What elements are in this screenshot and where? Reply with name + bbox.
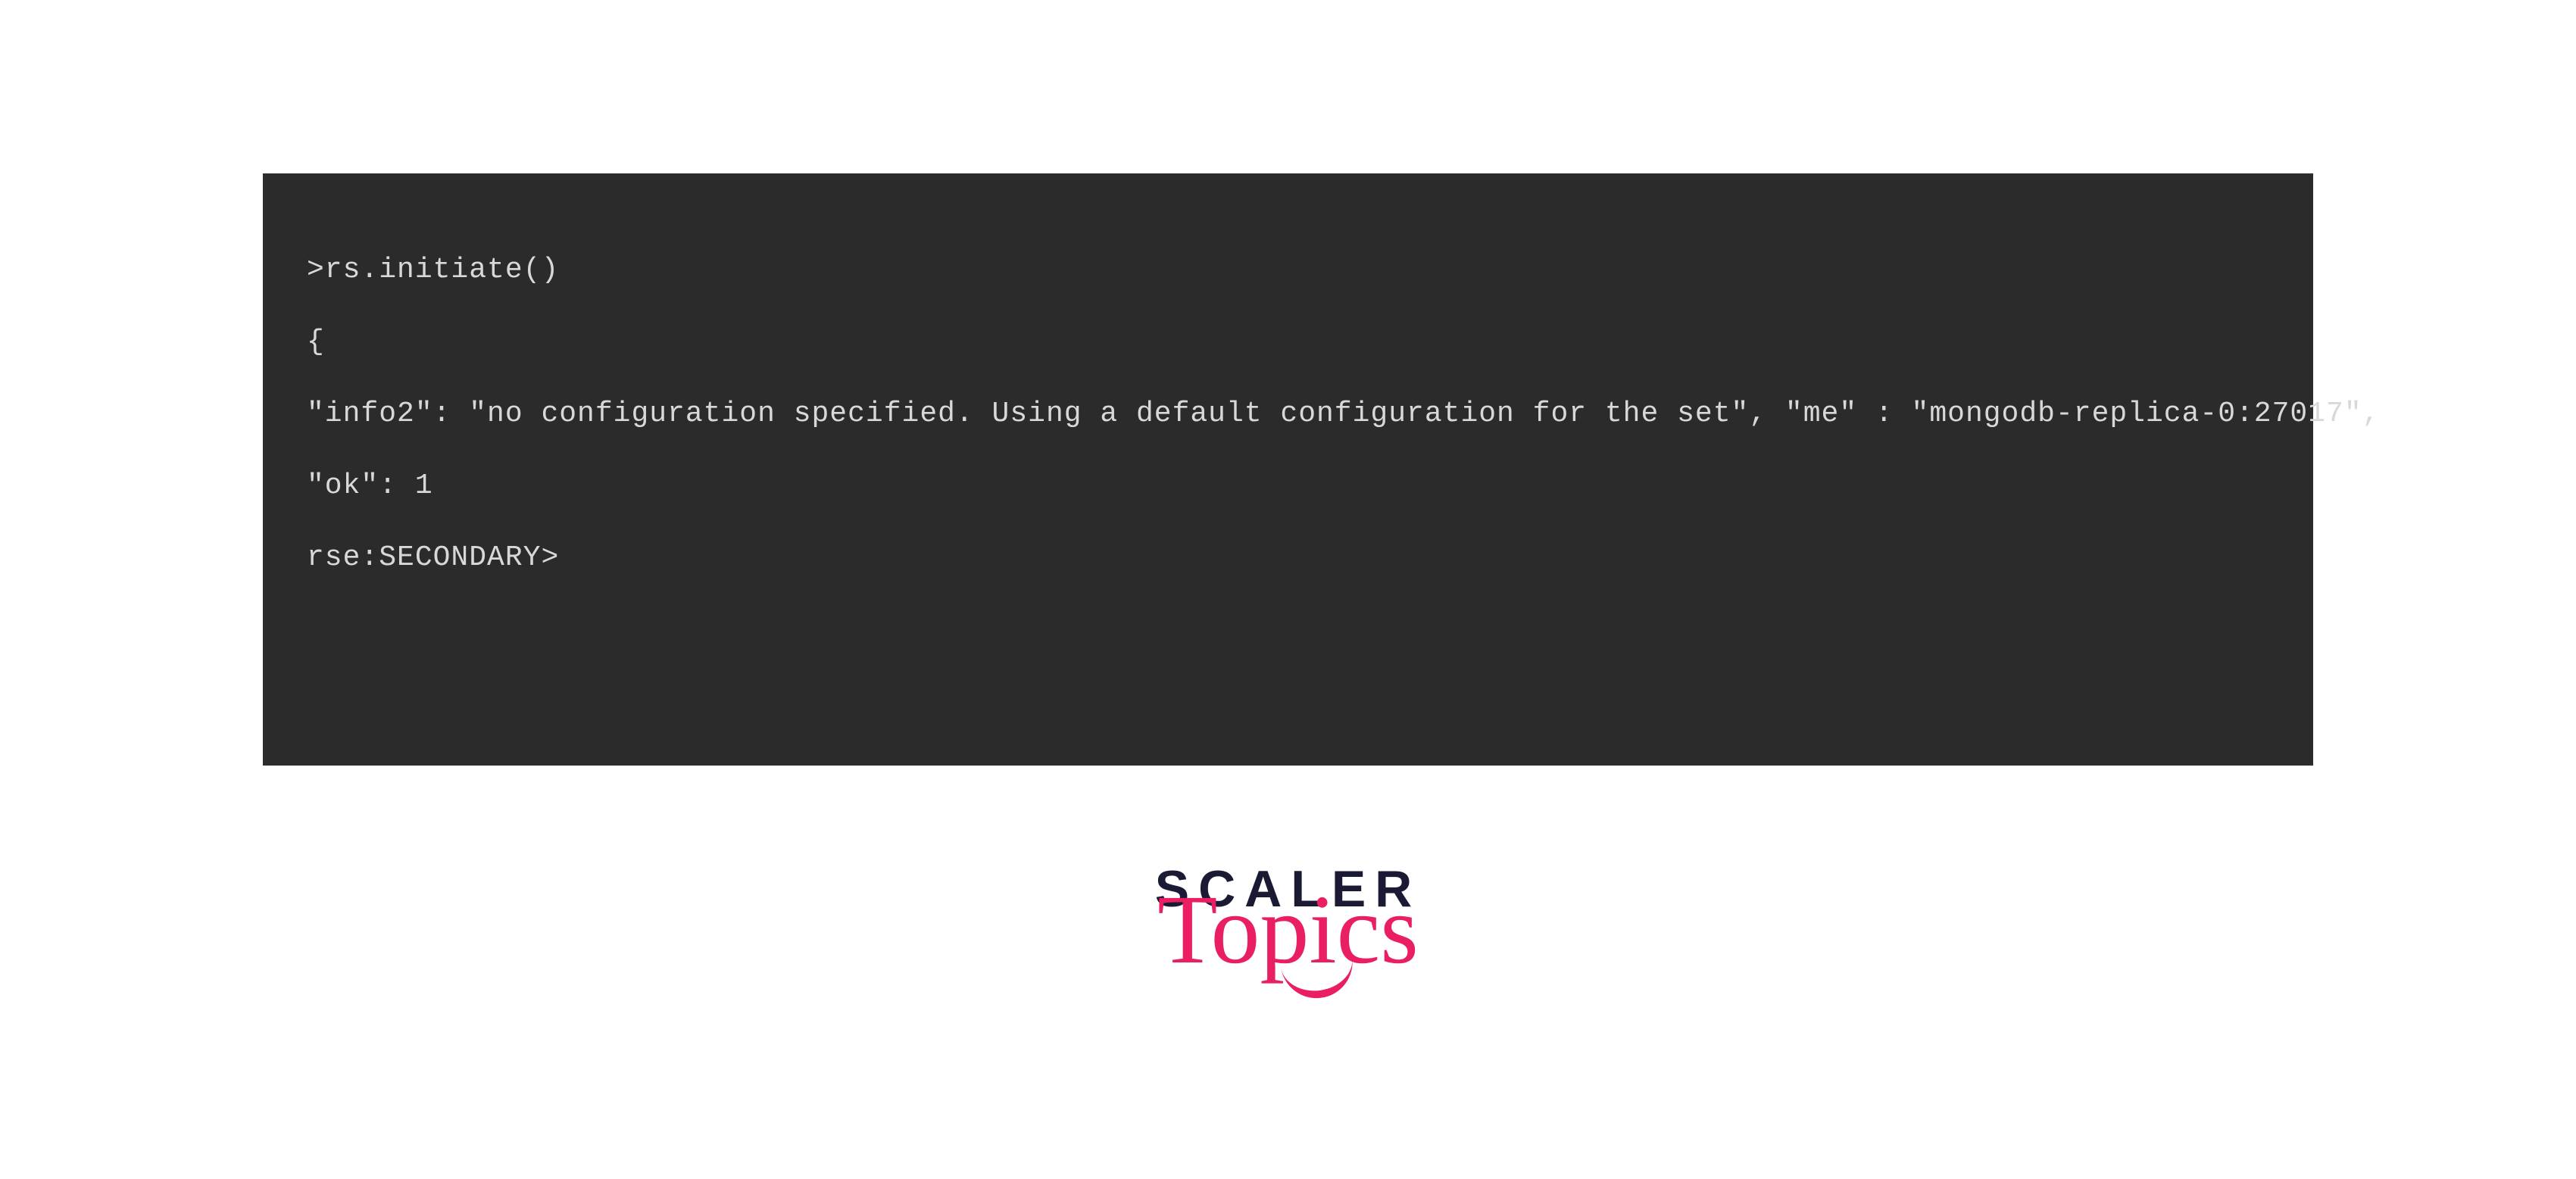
code-line-2: { bbox=[307, 306, 2269, 378]
logo-topics-text: Topics bbox=[1155, 890, 1422, 969]
code-line-4: "ok": 1 bbox=[307, 450, 2269, 522]
code-line-3: "info2": "no configuration specified. Us… bbox=[307, 378, 2269, 450]
scaler-topics-logo: SCALER Topics bbox=[1155, 863, 1422, 969]
code-line-5: rse:SECONDARY> bbox=[307, 522, 2269, 594]
code-line-1: >rs.initiate() bbox=[307, 234, 2269, 306]
code-block: >rs.initiate() { "info2": "no configurat… bbox=[263, 173, 2313, 766]
